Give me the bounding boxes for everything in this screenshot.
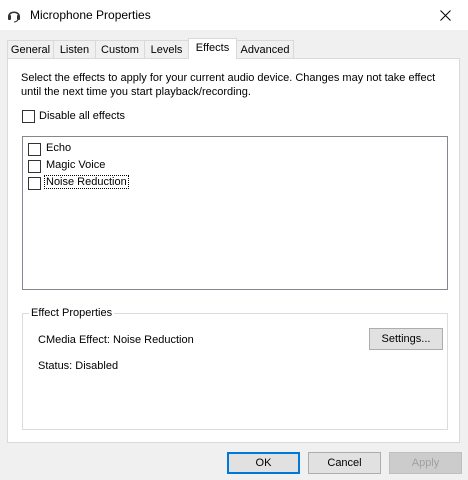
effects-list[interactable]: Echo Magic Voice Noise Reduction xyxy=(22,136,448,290)
apply-button[interactable]: Apply xyxy=(389,452,462,474)
close-button[interactable] xyxy=(422,0,468,30)
effect-name-text: CMedia Effect: Noise Reduction xyxy=(38,334,194,346)
effect-properties-group: Effect Properties CMedia Effect: Noise R… xyxy=(22,307,448,430)
microphone-icon xyxy=(8,11,20,23)
close-icon xyxy=(439,9,451,21)
tab-label: Custom xyxy=(101,44,139,56)
tab-label: Levels xyxy=(150,44,183,56)
disable-all-label: Disable all effects xyxy=(39,110,126,122)
settings-button[interactable]: Settings... xyxy=(369,328,443,350)
ok-button[interactable]: OK xyxy=(227,452,300,474)
effects-description: Select the effects to apply for your cur… xyxy=(21,72,436,98)
tab-label: Advanced xyxy=(240,44,290,56)
effect-label-noise-reduction[interactable]: Noise Reduction xyxy=(44,175,129,189)
tab-levels[interactable]: Levels xyxy=(144,40,189,59)
echo-checkbox[interactable] xyxy=(28,143,41,156)
tab-effects[interactable]: Effects xyxy=(188,38,237,59)
effect-properties-title: Effect Properties xyxy=(29,307,115,319)
noise-reduction-checkbox[interactable] xyxy=(28,177,41,190)
tab-label: Listen xyxy=(59,44,90,56)
tab-label: Effects xyxy=(195,42,230,54)
effect-label-magic-voice[interactable]: Magic Voice xyxy=(46,159,105,171)
status-text: Status: Disabled xyxy=(38,360,119,372)
magic-voice-checkbox[interactable] xyxy=(28,160,41,173)
tab-custom[interactable]: Custom xyxy=(95,40,145,59)
effect-label-echo[interactable]: Echo xyxy=(46,142,71,154)
tab-label: General xyxy=(10,44,51,56)
cancel-button[interactable]: Cancel xyxy=(308,452,381,474)
effects-panel: Select the effects to apply for your cur… xyxy=(7,58,460,443)
tab-general[interactable]: General xyxy=(7,40,54,59)
title-bar: Microphone Properties xyxy=(0,0,468,30)
disable-all-checkbox[interactable] xyxy=(22,110,35,123)
tab-advanced[interactable]: Advanced xyxy=(236,40,294,59)
window-title: Microphone Properties xyxy=(30,8,151,22)
tab-listen[interactable]: Listen xyxy=(53,40,96,59)
